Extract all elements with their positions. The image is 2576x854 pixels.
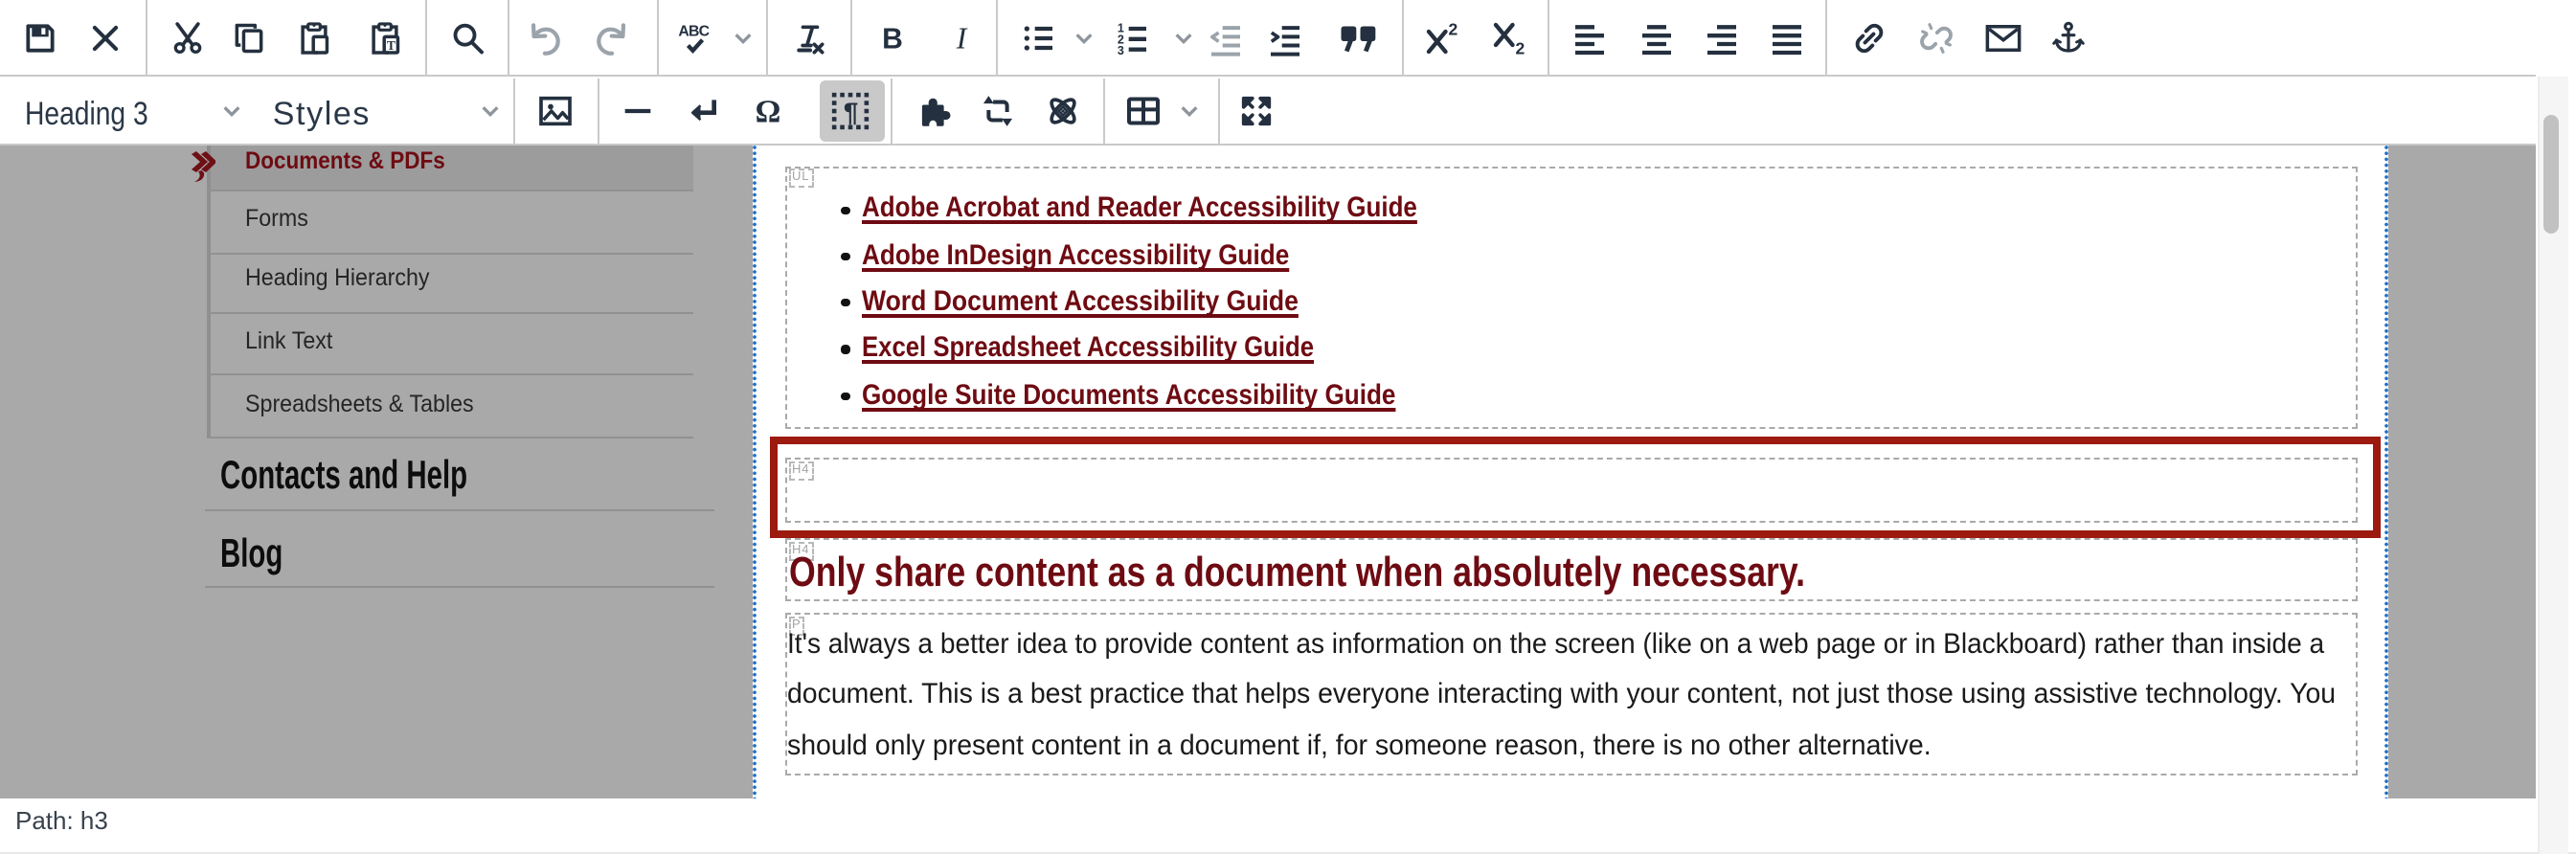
svg-text:ABC: ABC [679,23,710,39]
svg-text:B: B [882,22,903,54]
svg-text:2: 2 [1449,19,1458,38]
svg-text:T: T [386,37,395,52]
svg-text:3: 3 [1118,43,1124,56]
svg-text:Ω: Ω [755,95,780,130]
svg-text:I: I [955,20,967,54]
svg-text:2: 2 [1515,38,1525,57]
svg-text:¶: ¶ [844,98,858,127]
